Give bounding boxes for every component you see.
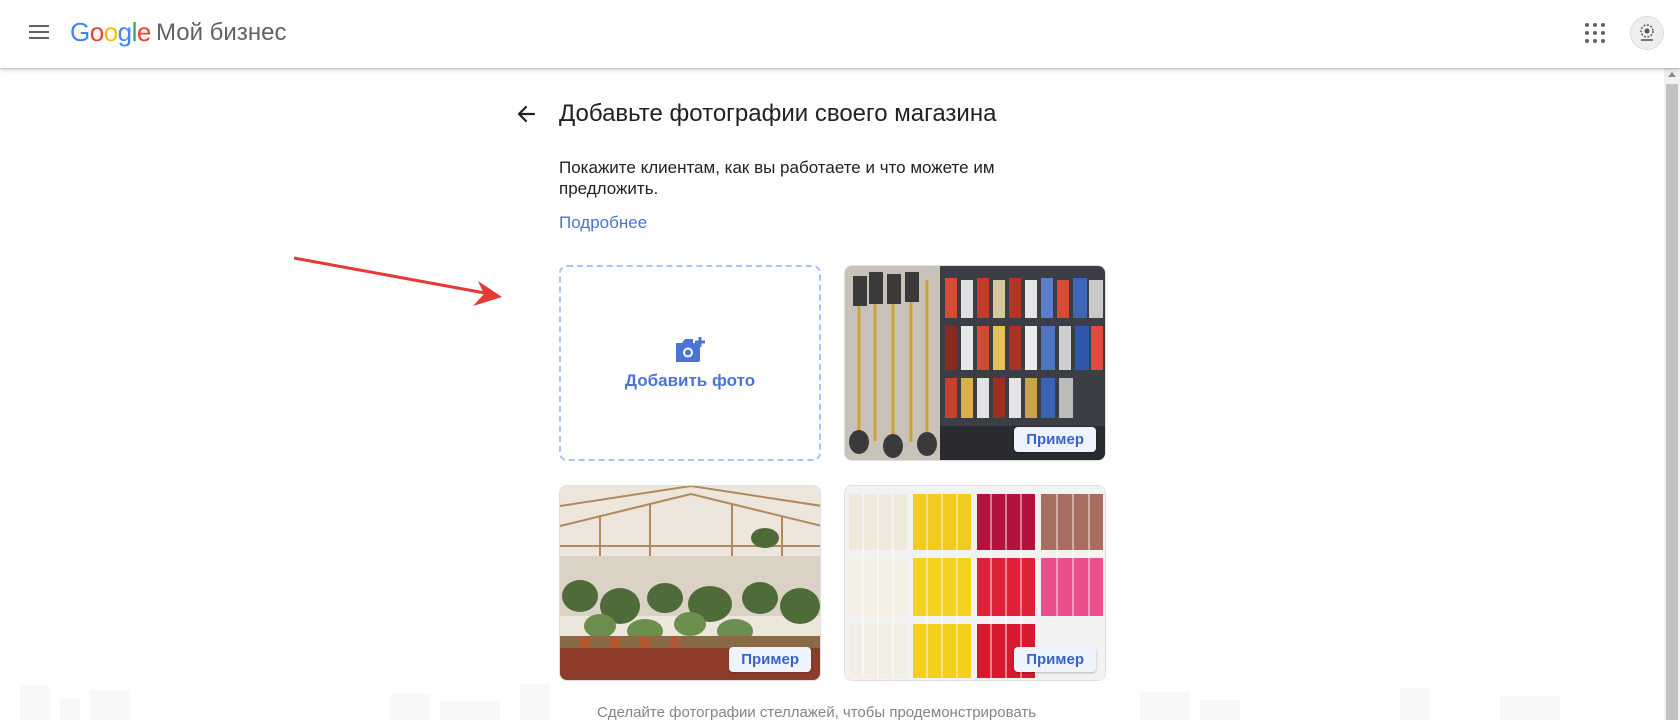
example-badge: Пример — [1014, 427, 1096, 452]
arrow-back-icon[interactable] — [512, 100, 540, 128]
hamburger-menu-icon[interactable] — [22, 18, 56, 50]
page-description: Покажите клиентам, как вы работаете и чт… — [559, 158, 995, 198]
page-title: Добавьте фотографии своего магазина — [559, 100, 997, 127]
avatar-emblem-icon — [1640, 24, 1654, 41]
footer-hint: Сделайте фотографии стеллажей, чтобы про… — [597, 704, 1037, 721]
top-app-bar: Google Мой бизнес — [0, 0, 1680, 68]
annotation-arrow-icon — [293, 256, 502, 306]
scroll-up-arrow-icon[interactable] — [1668, 72, 1676, 77]
add-photo-camera-icon — [676, 337, 705, 362]
account-avatar[interactable] — [1630, 16, 1664, 50]
google-logo[interactable]: Google — [70, 17, 151, 48]
example-photo-tools: Пример — [844, 265, 1106, 461]
example-photo-candles: Пример — [844, 485, 1106, 681]
add-photo-button[interactable]: Добавить фото — [559, 265, 821, 461]
add-photo-label: Добавить фото — [624, 371, 756, 390]
scroll-thumb[interactable] — [1666, 84, 1678, 720]
apps-grid-icon[interactable] — [1578, 16, 1612, 50]
example-badge: Пример — [1014, 647, 1096, 672]
product-name: Мой бизнес — [156, 19, 287, 46]
learn-more-link[interactable]: Подробнее — [559, 213, 647, 233]
example-photo-plants: Пример — [559, 485, 821, 681]
example-badge: Пример — [729, 647, 811, 672]
page-scrollbar[interactable] — [1664, 68, 1680, 720]
